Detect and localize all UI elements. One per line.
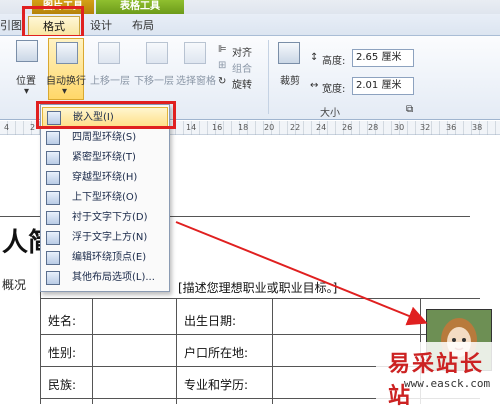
tab-partial[interactable]: 引图	[0, 16, 22, 36]
tab-design[interactable]: 设计	[86, 16, 116, 36]
bring-forward-icon	[98, 42, 120, 64]
table-border	[92, 298, 93, 404]
ruler-number: 28	[368, 123, 379, 132]
group-button[interactable]: 组合	[232, 60, 252, 75]
group-icon: ⊞	[218, 60, 227, 71]
size-dialog-launcher-icon[interactable]: ⧉	[406, 104, 413, 115]
send-backward-icon	[146, 42, 168, 64]
hukou-label: 户口所在地:	[184, 346, 249, 360]
height-icon: ↕	[310, 52, 319, 63]
selection-pane-icon	[184, 42, 206, 64]
wrap-option-icon	[46, 151, 60, 165]
wrap-menu-item-label: 穿越型环绕(H)	[72, 172, 138, 183]
wrap-menu-item-label: 衬于文字下方(D)	[72, 212, 148, 223]
height-label: 高度:	[322, 56, 346, 67]
table-border	[40, 334, 480, 335]
wrap-menu-item[interactable]: 上下型环绕(O)	[42, 188, 168, 208]
tab-layout[interactable]: 布局	[128, 16, 158, 36]
ruler-number: 26	[342, 123, 353, 132]
wrap-menu-item-label: 紧密型环绕(T)	[72, 152, 136, 163]
ruler-number: 20	[264, 123, 275, 132]
tab-highlight-box	[22, 6, 84, 38]
wrap-menu-item[interactable]: 编辑环绕顶点(E)	[42, 248, 168, 268]
ruler-number: 2	[30, 123, 36, 132]
ruler-number: 38	[472, 123, 483, 132]
wrap-option-icon	[46, 211, 60, 225]
position-button[interactable]	[16, 40, 40, 66]
wrap-menu-item[interactable]: 穿越型环绕(H)	[42, 168, 168, 188]
height-field[interactable]: 2.65 厘米	[352, 49, 414, 67]
ruler-number: 4	[4, 123, 10, 132]
chevron-down-icon: ▾	[24, 86, 30, 97]
ruler-number: 14	[186, 123, 197, 132]
ruler-number: 18	[238, 123, 249, 132]
wrap-option-icon	[46, 271, 60, 285]
ruler-number: 22	[290, 123, 301, 132]
wrap-menu-item-label: 浮于文字上方(N)	[72, 232, 148, 243]
group-separator	[268, 40, 269, 114]
wrap-menu-item[interactable]: 浮于文字上方(N)	[42, 228, 168, 248]
wrap-menu-item-label: 其他布局选项(L)...	[72, 272, 155, 283]
wrap-text-label: 自动换行	[46, 76, 86, 87]
ruler-number: 24	[316, 123, 327, 132]
wrap-menu-item[interactable]: 其他布局选项(L)...	[42, 268, 168, 288]
chevron-down-icon: ▾	[62, 86, 68, 97]
align-button[interactable]: 对齐	[232, 44, 252, 59]
width-field[interactable]: 2.01 厘米	[352, 77, 414, 95]
size-group-label: 大小	[320, 108, 340, 119]
ruler-number: 32	[420, 123, 431, 132]
wrap-option-icon	[46, 171, 60, 185]
ethnicity-label: 民族:	[48, 378, 77, 392]
wrap-menu-item-label: 四周型环绕(S)	[72, 132, 137, 143]
birthdate-label: 出生日期:	[184, 314, 237, 328]
ruler-number: 30	[394, 123, 405, 132]
position-icon	[16, 40, 38, 62]
align-icon: ⊫	[218, 44, 227, 55]
wrap-menu-item[interactable]: 四周型环绕(S)	[42, 128, 168, 148]
wrap-menu-item-label: 编辑环绕顶点(E)	[72, 252, 147, 263]
gender-label: 性别:	[48, 346, 77, 360]
table-border	[40, 298, 480, 299]
ruler-number: 36	[446, 123, 457, 132]
wrap-menu-item-label: 上下型环绕(O)	[72, 192, 138, 203]
wrap-option-icon	[46, 131, 60, 145]
watermark-url: www.easck.com	[404, 377, 491, 390]
position-label: 位置	[16, 76, 36, 87]
crop-icon	[278, 42, 300, 64]
inline-option-highlight-box	[36, 101, 176, 129]
width-icon: ↔	[310, 80, 319, 91]
wrap-text-icon	[56, 42, 78, 64]
objective-text[interactable]: [描述您理想职业或职业目标。]	[178, 279, 337, 296]
table-border	[272, 298, 273, 404]
rotate-icon: ↻	[218, 76, 227, 87]
wrap-menu-item[interactable]: 紧密型环绕(T)	[42, 148, 168, 168]
crop-button[interactable]: 裁剪	[280, 72, 300, 87]
table-tools-label: 表格工具	[96, 0, 184, 14]
selection-pane-button[interactable]: 选择窗格	[176, 72, 216, 87]
wrap-option-icon	[46, 231, 60, 245]
summary-heading: 概况	[2, 278, 27, 292]
major-label: 专业和学历:	[184, 378, 249, 392]
name-label: 姓名:	[48, 314, 77, 328]
width-label: 宽度:	[322, 84, 346, 95]
bring-forward-button[interactable]: 上移一层	[90, 72, 130, 87]
table-border	[176, 298, 177, 404]
wrap-option-icon	[46, 251, 60, 265]
wrap-option-icon	[46, 191, 60, 205]
rotate-button[interactable]: 旋转	[232, 76, 252, 91]
send-backward-button[interactable]: 下移一层	[134, 72, 174, 87]
wrap-menu-item[interactable]: 衬于文字下方(D)	[42, 208, 168, 228]
ruler-number: 16	[212, 123, 223, 132]
